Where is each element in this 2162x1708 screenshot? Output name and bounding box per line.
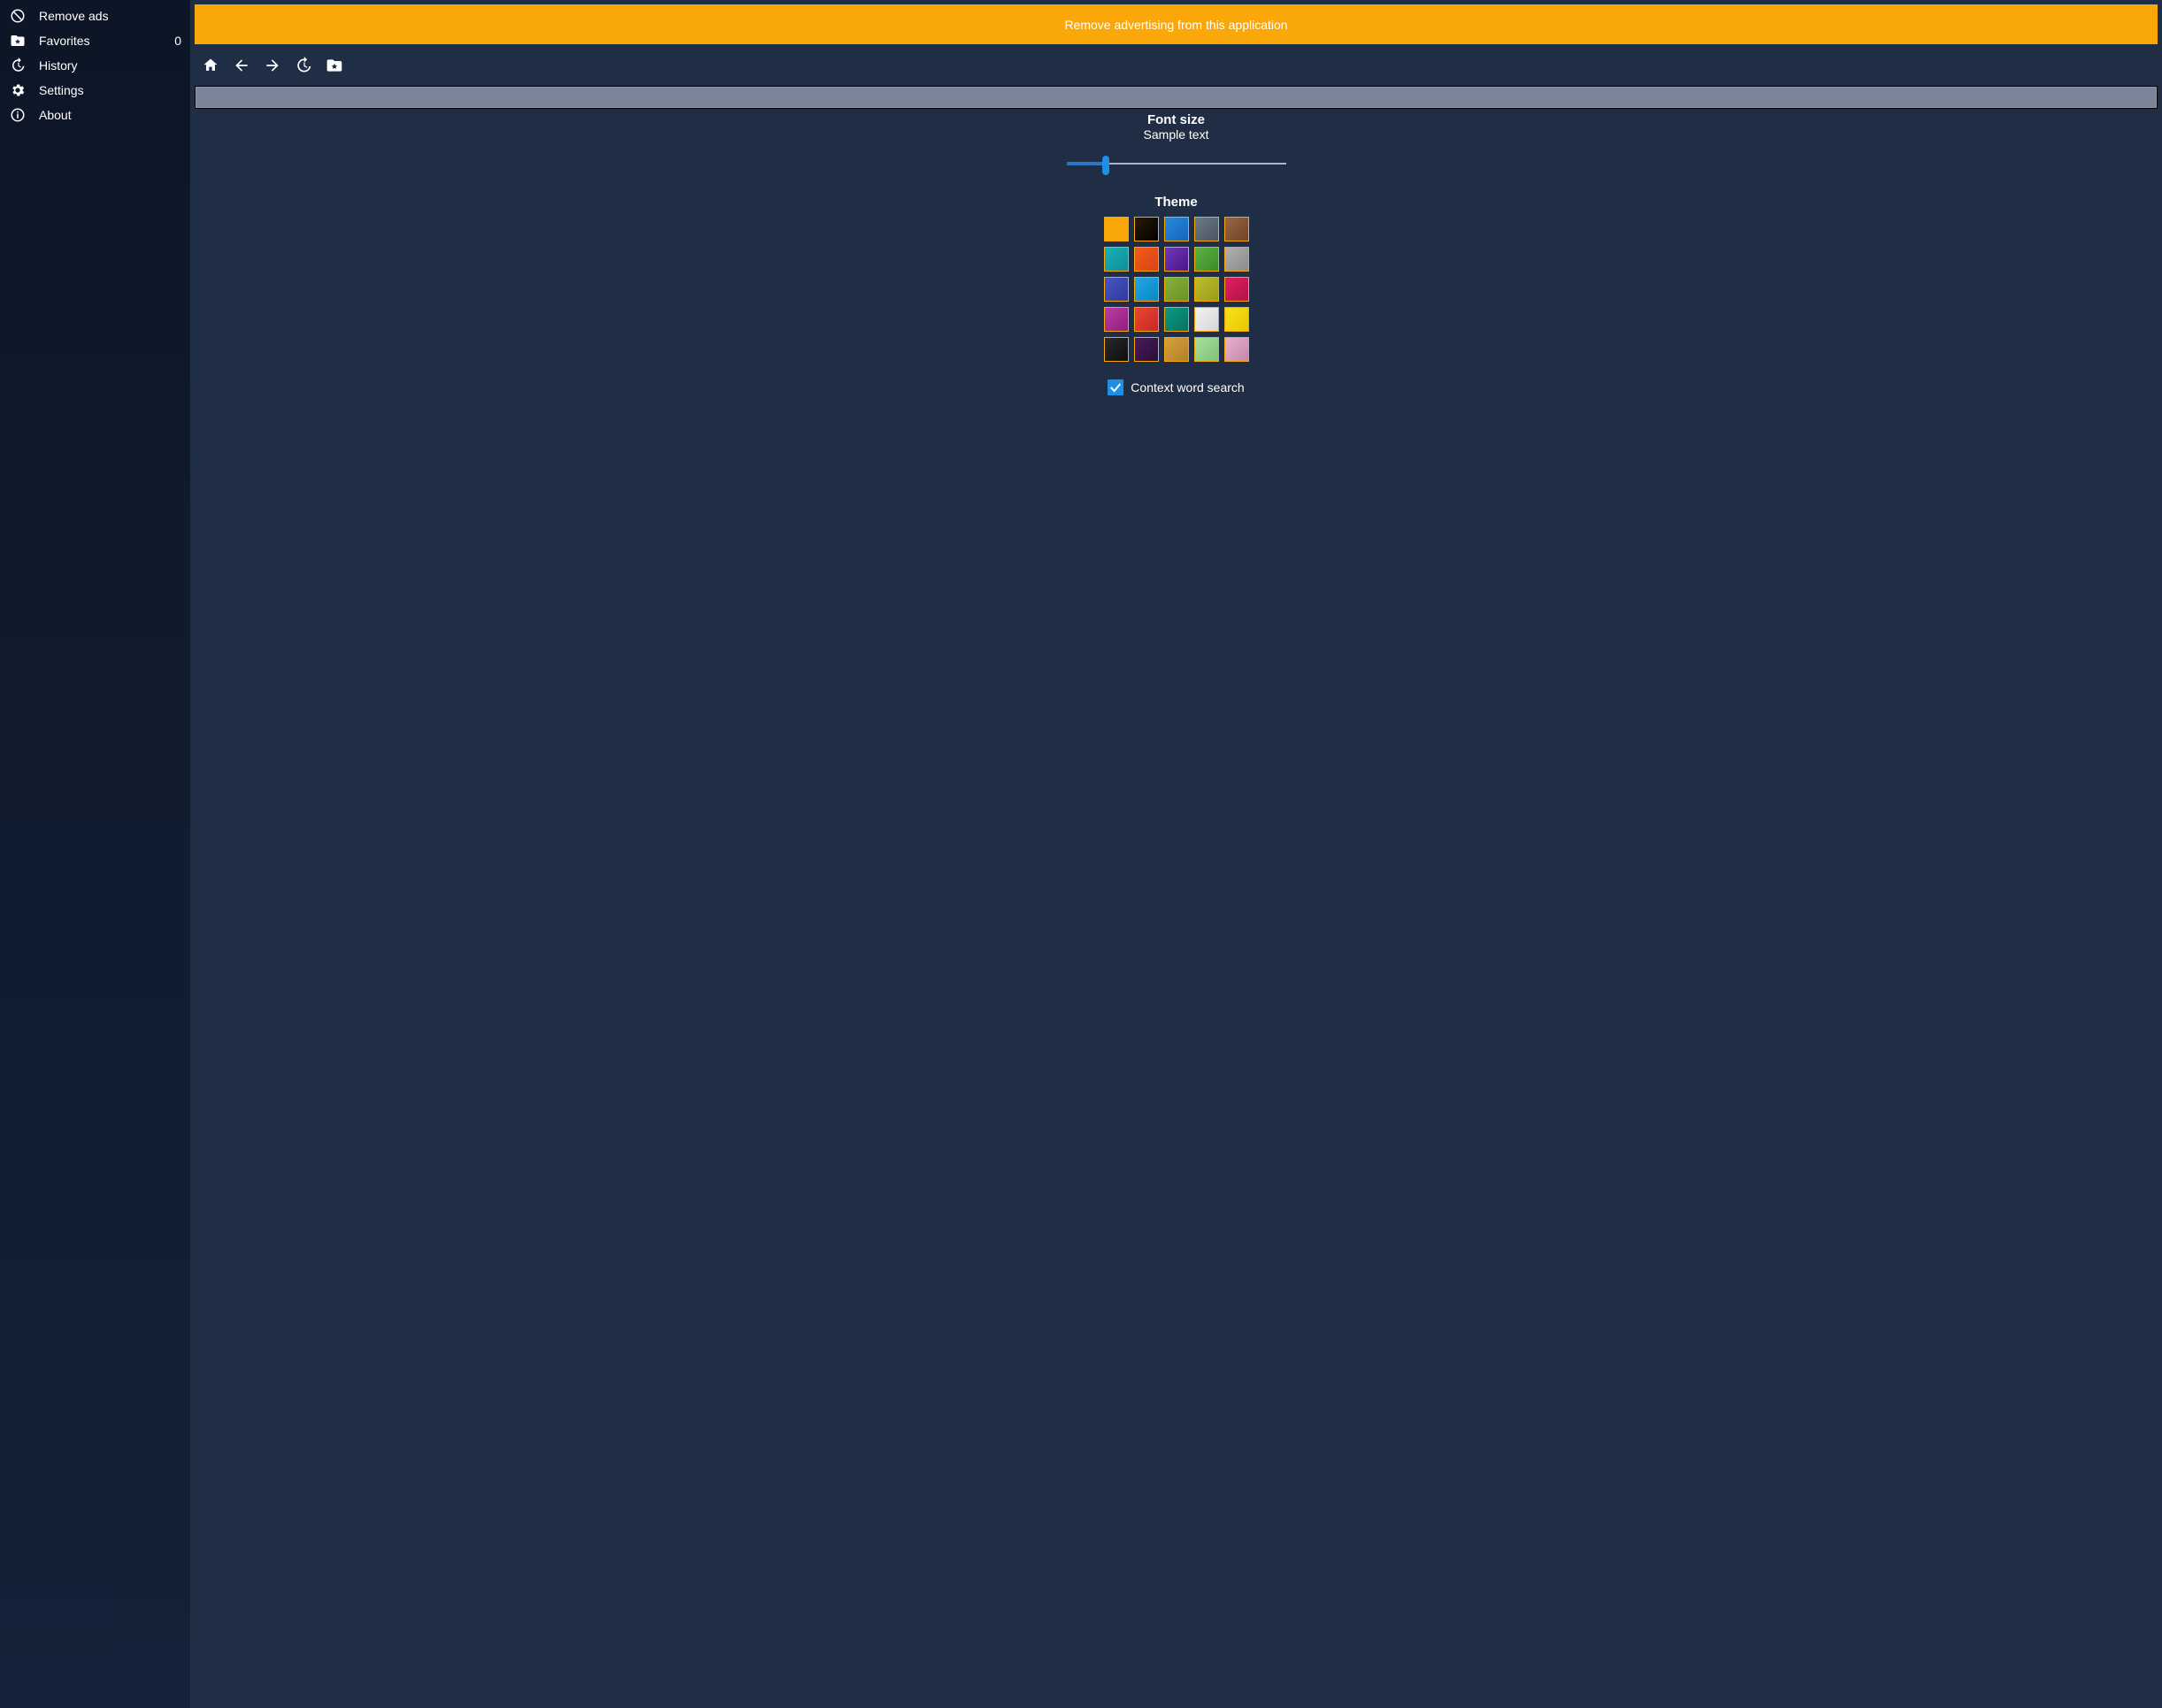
settings-content: Font size Sample text Theme Context word…	[190, 109, 2162, 1708]
info-icon	[9, 106, 27, 124]
sidebar-item-label: Settings	[39, 83, 181, 97]
theme-swatch-black[interactable]	[1134, 217, 1159, 241]
history-button[interactable]	[288, 51, 318, 80]
slider-fill	[1067, 162, 1107, 165]
folder-star-icon	[9, 32, 27, 50]
block-icon	[9, 7, 27, 25]
gear-icon	[9, 81, 27, 99]
sample-text: Sample text	[1144, 127, 1209, 142]
theme-title: Theme	[1154, 195, 1197, 210]
ad-banner-text: Remove advertising from this application	[1064, 18, 1287, 32]
forward-button	[257, 51, 288, 80]
sidebar-item-settings[interactable]: Settings	[0, 78, 190, 103]
search-input[interactable]	[196, 87, 2157, 108]
check-icon	[1108, 380, 1123, 394]
home-icon	[202, 57, 219, 74]
theme-swatch-dark-teal[interactable]	[1164, 307, 1189, 332]
arrow-right-icon	[264, 57, 281, 74]
sidebar: Remove ads Favorites 0 History Settings …	[0, 0, 190, 1708]
context-search-label: Context word search	[1131, 380, 1244, 394]
theme-swatch-magenta[interactable]	[1104, 307, 1129, 332]
theme-swatch-yellow[interactable]	[1224, 307, 1249, 332]
theme-swatch-sky[interactable]	[1134, 277, 1159, 302]
theme-swatch-orange[interactable]	[1104, 217, 1129, 241]
theme-swatch-brown[interactable]	[1224, 217, 1249, 241]
theme-swatch-teal[interactable]	[1104, 247, 1129, 272]
sidebar-item-label: About	[39, 108, 181, 122]
theme-swatch-violet[interactable]	[1164, 247, 1189, 272]
sidebar-item-label: Remove ads	[39, 9, 181, 23]
sidebar-item-badge: 0	[174, 34, 181, 48]
context-search-checkbox[interactable]	[1108, 379, 1123, 395]
theme-swatch-green[interactable]	[1194, 247, 1219, 272]
home-button[interactable]	[195, 51, 226, 80]
theme-swatch-dark-purple[interactable]	[1134, 337, 1159, 362]
theme-swatch-mint[interactable]	[1194, 337, 1219, 362]
theme-swatch-red[interactable]	[1134, 307, 1159, 332]
app-root: Remove ads Favorites 0 History Settings …	[0, 0, 2162, 1708]
ad-banner[interactable]: Remove advertising from this application	[195, 4, 2158, 44]
theme-swatch-olive[interactable]	[1164, 277, 1189, 302]
folder-star-icon	[326, 57, 343, 74]
sidebar-item-about[interactable]: About	[0, 103, 190, 127]
back-button[interactable]	[226, 51, 257, 80]
theme-swatch-indigo[interactable]	[1104, 277, 1129, 302]
context-search-checkbox-row[interactable]: Context word search	[1108, 379, 1244, 395]
history-icon	[9, 57, 27, 74]
theme-swatch-gray[interactable]	[1224, 247, 1249, 272]
toolbar	[190, 44, 2162, 83]
theme-swatch-near-black[interactable]	[1104, 337, 1129, 362]
main-panel: Remove advertising from this application…	[190, 0, 2162, 1708]
favorites-button[interactable]	[318, 51, 349, 80]
theme-swatch-pink-red[interactable]	[1224, 277, 1249, 302]
theme-swatch-blue[interactable]	[1164, 217, 1189, 241]
sidebar-item-favorites[interactable]: Favorites 0	[0, 28, 190, 53]
fontsize-title: Font size	[1147, 112, 1205, 127]
theme-swatch-white[interactable]	[1194, 307, 1219, 332]
theme-swatch-yellow-olive[interactable]	[1194, 277, 1219, 302]
sidebar-item-remove-ads[interactable]: Remove ads	[0, 4, 190, 28]
fontsize-slider[interactable]	[1067, 157, 1286, 170]
history-icon	[295, 57, 312, 74]
theme-swatch-gold[interactable]	[1164, 337, 1189, 362]
arrow-left-icon	[233, 57, 250, 74]
theme-grid	[1104, 217, 1249, 362]
theme-swatch-deep-orange[interactable]	[1134, 247, 1159, 272]
theme-swatch-slate[interactable]	[1194, 217, 1219, 241]
sidebar-item-history[interactable]: History	[0, 53, 190, 78]
sidebar-item-label: Favorites	[39, 34, 174, 48]
sidebar-item-label: History	[39, 58, 181, 73]
slider-thumb[interactable]	[1102, 156, 1109, 175]
theme-swatch-rose[interactable]	[1224, 337, 1249, 362]
search-bar	[195, 86, 2158, 109]
